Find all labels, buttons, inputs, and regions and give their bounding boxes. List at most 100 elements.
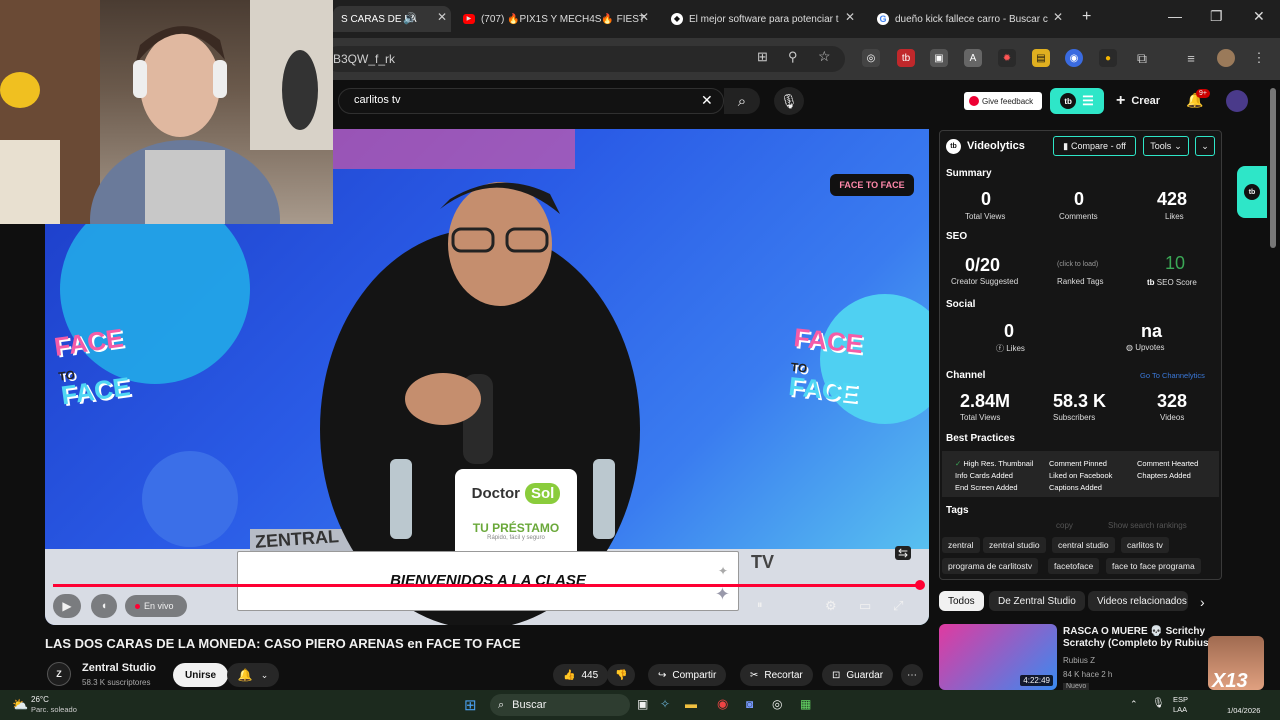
compare-toggle[interactable]: ▮ Compare - off xyxy=(1053,136,1136,156)
account-avatar[interactable] xyxy=(1226,90,1248,112)
tab-google[interactable]: G dueño kick fallece carro - Buscar c ✕ xyxy=(869,6,1067,32)
tag-chip[interactable]: face to face programa xyxy=(1106,558,1201,574)
browser-menu-icon[interactable]: ⋮ xyxy=(1250,49,1268,67)
copilot-icon[interactable]: ✧ xyxy=(660,697,670,711)
tab-youtube[interactable]: ▶ (707) 🔥PIX1S Y MECH4S🔥 FIEST ✕ xyxy=(455,6,653,32)
ranked-tags-hint[interactable]: (click to load) xyxy=(1057,261,1098,268)
voice-search-button[interactable]: 🎙 xyxy=(774,87,804,115)
language-layout[interactable]: LAA xyxy=(1173,705,1187,714)
tag-chip[interactable]: programa de carlitostv xyxy=(942,558,1039,574)
related-channel[interactable]: Rubius Z xyxy=(1063,656,1095,665)
extension-fire-icon[interactable]: ✹ xyxy=(998,49,1016,67)
settings-gear-icon[interactable]: ⚙ xyxy=(825,598,837,614)
minimize-icon[interactable]: — xyxy=(1168,8,1182,24)
progress-bar[interactable] xyxy=(53,584,921,587)
progress-scrubber[interactable] xyxy=(915,580,925,590)
close-icon[interactable]: ✕ xyxy=(639,10,649,24)
extension-vidiq-icon[interactable]: tb xyxy=(897,49,915,67)
chip-related[interactable]: Videos relacionados xyxy=(1088,591,1188,611)
discord-icon[interactable]: ◙ xyxy=(746,697,753,711)
extension-translate-icon[interactable]: A xyxy=(964,49,982,67)
like-button[interactable]: 👍 445 xyxy=(553,664,609,686)
install-icon[interactable]: ⊞ xyxy=(757,50,768,63)
chip-channel[interactable]: De Zentral Studio xyxy=(989,591,1085,611)
tag-chip[interactable]: zentral studio xyxy=(983,537,1046,553)
tools-dropdown[interactable]: Tools ⌄ xyxy=(1143,136,1189,156)
related-thumbnail[interactable]: 4:22:49 xyxy=(939,624,1057,690)
subscribe-bell-button[interactable]: 🔔 ⌄ xyxy=(227,663,279,687)
tab-current[interactable]: S CARAS DE LA 🔊 ✕ xyxy=(333,6,451,32)
create-button[interactable]: + Crear xyxy=(1116,92,1160,110)
extension-color-icon[interactable]: ● xyxy=(1099,49,1117,67)
profile-avatar[interactable] xyxy=(1217,49,1235,67)
extensions-puzzle-icon[interactable]: ⧉ xyxy=(1133,49,1151,67)
task-view-icon[interactable]: ▣ xyxy=(637,697,648,711)
extension-coin-icon[interactable]: ▤ xyxy=(1032,49,1050,67)
file-explorer-icon[interactable]: ▬ xyxy=(685,697,697,711)
tag-chip[interactable]: facetoface xyxy=(1048,558,1100,574)
share-button[interactable]: ↪ Compartir xyxy=(648,664,727,686)
tab-software[interactable]: ◆ El mejor software para potenciar t ✕ xyxy=(663,6,859,32)
seo-score-value: 10 xyxy=(1165,253,1186,273)
microphone-icon[interactable]: 🎙 xyxy=(1152,698,1165,709)
language-code[interactable]: ESP xyxy=(1173,695,1188,704)
zoom-icon[interactable]: ⚲ xyxy=(788,50,798,63)
share-icon: ↪ xyxy=(658,669,667,681)
bookmark-star-icon[interactable]: ☆ xyxy=(818,49,831,63)
join-button[interactable]: Unirse xyxy=(173,663,229,687)
media-control-icon[interactable]: ≡ xyxy=(1182,49,1200,67)
video-duration: 4:22:49 xyxy=(1020,675,1053,686)
pause-icon[interactable]: ⏸ xyxy=(757,599,763,612)
close-icon[interactable]: ✕ xyxy=(845,10,855,24)
obs-icon[interactable]: ◎ xyxy=(772,697,782,711)
clear-search-icon[interactable]: ✕ xyxy=(701,93,713,107)
extension-glasses-icon[interactable]: ◎ xyxy=(862,49,880,67)
give-feedback-button[interactable]: Give feedback xyxy=(964,92,1042,110)
speaker-icon[interactable]: 🔊 xyxy=(403,13,417,25)
miniplayer-icon[interactable]: ▭ xyxy=(859,598,871,614)
tag-chip[interactable]: central studio xyxy=(1052,537,1115,553)
clip-button[interactable]: ✂ Recortar xyxy=(740,664,813,686)
dislike-button[interactable]: 👎 xyxy=(607,664,636,686)
close-icon[interactable]: ✕ xyxy=(1053,10,1063,24)
fullscreen-icon[interactable]: ⤢ xyxy=(893,598,903,614)
restore-icon[interactable]: ❐ xyxy=(1210,8,1223,25)
extension-screen-icon[interactable]: ▣ xyxy=(930,49,948,67)
taskbar-date[interactable]: 1/04/2026 xyxy=(1227,706,1260,715)
window-close-icon[interactable]: ✕ xyxy=(1253,8,1265,25)
windows-start-icon[interactable]: ⊞ xyxy=(464,696,477,714)
chevron-right-icon[interactable]: › xyxy=(1200,594,1205,610)
app-icon[interactable]: ▦ xyxy=(800,697,811,711)
tray-chevron-icon[interactable]: ⌃ xyxy=(1130,699,1138,710)
vidiq-side-tab[interactable]: tb xyxy=(1237,166,1267,218)
reddit-icon: ◍ xyxy=(1126,343,1136,352)
best-practices-heading: Best Practices xyxy=(946,433,1015,444)
live-indicator[interactable]: En vivo xyxy=(125,595,187,617)
play-button[interactable]: ▶ xyxy=(53,594,81,618)
vidiq-toggle-button[interactable]: tb ☰ xyxy=(1050,88,1104,114)
extension-lens-icon[interactable]: ◉ xyxy=(1065,49,1083,67)
collapse-button[interactable]: ⌄ xyxy=(1195,136,1215,156)
save-button[interactable]: ⊡ Guardar xyxy=(822,664,894,686)
weather-icon[interactable]: ⛅ xyxy=(12,697,28,713)
page-scrollbar[interactable] xyxy=(1270,88,1276,248)
channel-avatar[interactable]: Z xyxy=(47,662,71,686)
more-actions-button[interactable]: ⋯ xyxy=(901,664,923,686)
close-icon[interactable]: ✕ xyxy=(437,10,447,24)
volume-button[interactable]: ◖ xyxy=(91,594,117,618)
tag-chip[interactable]: carlitos tv xyxy=(1121,537,1169,553)
channel-name[interactable]: Zentral Studio xyxy=(82,662,156,674)
show-rankings-toggle[interactable]: Show search rankings xyxy=(1108,521,1187,530)
chrome-icon[interactable]: ◉ xyxy=(717,696,728,712)
tag-chip[interactable]: zentral xyxy=(942,537,980,553)
taskbar-search[interactable]: ⌕ Buscar xyxy=(490,694,630,716)
search-button[interactable]: ⌕ xyxy=(724,88,760,114)
best-practice-item: ✓ High Res. Thumbnail xyxy=(955,459,1034,468)
copy-tags-button[interactable]: copy xyxy=(1056,521,1073,530)
best-practice-item: Comment Pinned xyxy=(1049,459,1107,468)
new-tab-icon[interactable]: + xyxy=(1082,8,1091,26)
upvotes-value: na xyxy=(1141,321,1163,341)
related-title[interactable]: RASCA O MUERE 💀 Scritchy Scratchy (Compl… xyxy=(1063,626,1213,650)
chip-todos[interactable]: Todos xyxy=(939,591,984,611)
channelytics-link[interactable]: Go To Channelytics xyxy=(1140,371,1205,380)
